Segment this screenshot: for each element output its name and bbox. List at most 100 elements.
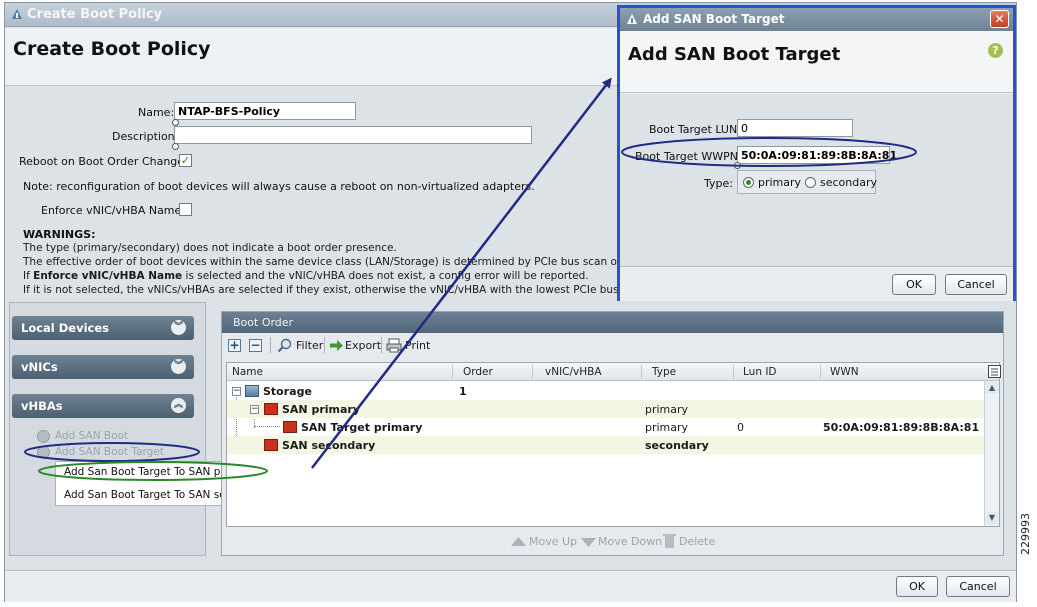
move-down-icon xyxy=(581,538,596,547)
checkmark-icon: ✓ xyxy=(180,154,191,167)
boot-target-wwpn-field[interactable]: 50:0A:09:81:89:8B:8A:81 xyxy=(737,146,897,164)
table-header: Name Order vNIC/vHBA Type Lun ID WWN xyxy=(227,363,1001,381)
move-up-button[interactable]: Move Up xyxy=(529,535,577,548)
row-lun-id: 0 xyxy=(737,421,744,434)
storage-icon xyxy=(245,385,259,397)
table-scrollbar[interactable]: ▲ ▼ xyxy=(984,381,999,526)
add-san-boot-link[interactable]: Add SAN Boot xyxy=(55,430,128,442)
boot-target-wwpn-label: Boot Target WWPN: xyxy=(635,150,742,163)
san-icon xyxy=(283,421,297,433)
column-header-vnic-vhba[interactable]: vNIC/vHBA xyxy=(545,366,602,378)
collapse-toggle-icon[interactable]: − xyxy=(232,387,241,396)
enforce-name-checkbox[interactable] xyxy=(179,203,192,216)
table-row[interactable]: − SAN primary primary xyxy=(227,400,987,418)
description-field[interactable] xyxy=(174,126,532,144)
column-divider[interactable] xyxy=(820,365,821,379)
remove-icon[interactable]: − xyxy=(249,339,262,352)
dialog-heading: Add SAN Boot Target xyxy=(628,44,841,65)
warning-line: The effective order of boot devices with… xyxy=(23,256,641,268)
export-icon xyxy=(330,340,343,351)
column-divider[interactable] xyxy=(452,365,453,379)
type-secondary-label[interactable]: secondary xyxy=(820,176,877,189)
accordion-vnics[interactable]: vNICs ︾ xyxy=(12,355,194,379)
type-secondary-radio[interactable] xyxy=(805,177,816,188)
print-button[interactable]: Print xyxy=(405,339,430,352)
column-header-name[interactable]: Name xyxy=(232,366,263,378)
toolbar-divider xyxy=(270,337,271,353)
dialog-ok-button[interactable]: OK xyxy=(892,274,936,295)
delete-icon xyxy=(663,534,676,548)
row-name: SAN primary xyxy=(282,403,361,416)
row-type: primary xyxy=(645,403,689,416)
main-window-title: Create Boot Policy xyxy=(27,7,163,22)
type-primary-radio[interactable] xyxy=(743,177,754,188)
help-icon[interactable]: ? xyxy=(988,43,1003,58)
column-header-order[interactable]: Order xyxy=(463,366,493,378)
column-divider[interactable] xyxy=(641,365,642,379)
accordion-vhbas[interactable]: vHBAs ︽ xyxy=(12,394,194,418)
device-accordion xyxy=(9,302,206,556)
boot-order-panel: Boot Order + − Filter Export Print Name … xyxy=(221,311,1004,556)
cancel-button[interactable]: Cancel xyxy=(946,576,1010,597)
add-san-boot-target-dialog: Add SAN Boot Target ✕ Add SAN Boot Targe… xyxy=(617,5,1016,301)
row-type: secondary xyxy=(645,439,709,452)
column-divider[interactable] xyxy=(733,365,734,379)
boot-order-table: Name Order vNIC/vHBA Type Lun ID WWN − S… xyxy=(226,362,1001,527)
table-row[interactable]: − Storage 1 xyxy=(227,382,987,400)
reboot-on-change-checkbox[interactable]: ✓ xyxy=(179,154,192,167)
row-order: 1 xyxy=(459,385,467,398)
column-chooser-icon[interactable] xyxy=(988,365,1001,378)
warning-line: If Enforce vNIC/vHBA Name is selected an… xyxy=(23,270,589,282)
dialog-button-bar: OK Cancel xyxy=(620,266,1013,301)
add-san-boot-target-icon xyxy=(37,446,50,459)
cisco-icon xyxy=(12,9,22,19)
column-header-lun-id[interactable]: Lun ID xyxy=(743,366,777,378)
name-field[interactable]: NTAP-BFS-Policy xyxy=(174,102,356,120)
add-icon[interactable]: + xyxy=(228,339,241,352)
chevron-down-icon: ︾ xyxy=(171,320,186,335)
row-name: SAN secondary xyxy=(282,439,376,452)
table-row[interactable]: SAN secondary secondary xyxy=(227,436,987,454)
scroll-up-icon[interactable]: ▲ xyxy=(986,382,998,394)
column-header-wwn[interactable]: WWN xyxy=(830,366,859,378)
dialog-titlebar[interactable]: Add SAN Boot Target ✕ xyxy=(620,8,1013,31)
type-label: Type: xyxy=(704,177,733,190)
warning-line: If it is not selected, the vNICs/vHBAs a… xyxy=(23,284,621,296)
toolbar-divider xyxy=(381,337,382,353)
row-name: SAN Target primary xyxy=(301,421,423,434)
dialog-cancel-button[interactable]: Cancel xyxy=(945,274,1007,295)
accordion-local-devices[interactable]: Local Devices ︾ xyxy=(12,316,194,340)
close-icon[interactable]: ✕ xyxy=(990,10,1009,28)
type-primary-label[interactable]: primary xyxy=(758,176,801,189)
delete-button[interactable]: Delete xyxy=(679,535,715,548)
san-icon xyxy=(264,439,278,451)
row-wwn: 50:0A:09:81:89:8B:8A:81 xyxy=(823,421,980,434)
add-san-boot-target-link[interactable]: Add SAN Boot Target xyxy=(55,446,164,458)
info-icon xyxy=(172,143,179,150)
move-down-button[interactable]: Move Down xyxy=(598,535,662,548)
boot-order-title: Boot Order xyxy=(233,316,294,329)
boot-target-lun-field[interactable]: 0 xyxy=(737,119,853,137)
column-divider[interactable] xyxy=(532,365,533,379)
row-type: primary xyxy=(645,421,689,434)
chevron-down-icon: ︾ xyxy=(171,359,186,374)
chevron-up-icon: ︽ xyxy=(171,398,186,413)
description-label: Description: xyxy=(112,130,179,143)
filter-icon xyxy=(277,338,292,353)
export-button[interactable]: Export xyxy=(345,339,381,352)
scroll-down-icon[interactable]: ▼ xyxy=(986,512,998,524)
name-label: Name: xyxy=(138,106,175,119)
collapse-toggle-icon[interactable]: − xyxy=(250,405,259,414)
column-header-type[interactable]: Type xyxy=(652,366,676,378)
toolbar-divider xyxy=(324,337,325,353)
row-name: Storage xyxy=(263,385,312,398)
info-icon xyxy=(172,119,179,126)
page-title: Create Boot Policy xyxy=(13,38,211,60)
figure-id: 229993 xyxy=(1019,513,1032,555)
table-row[interactable]: SAN Target primary primary 0 50:0A:09:81… xyxy=(227,418,987,436)
ok-button[interactable]: OK xyxy=(896,576,938,597)
warning-line: The type (primary/secondary) does not in… xyxy=(23,242,397,254)
dialog-header: Add SAN Boot Target ? xyxy=(620,31,1013,93)
filter-button[interactable]: Filter xyxy=(296,339,323,352)
boot-order-header: Boot Order xyxy=(222,312,1003,333)
